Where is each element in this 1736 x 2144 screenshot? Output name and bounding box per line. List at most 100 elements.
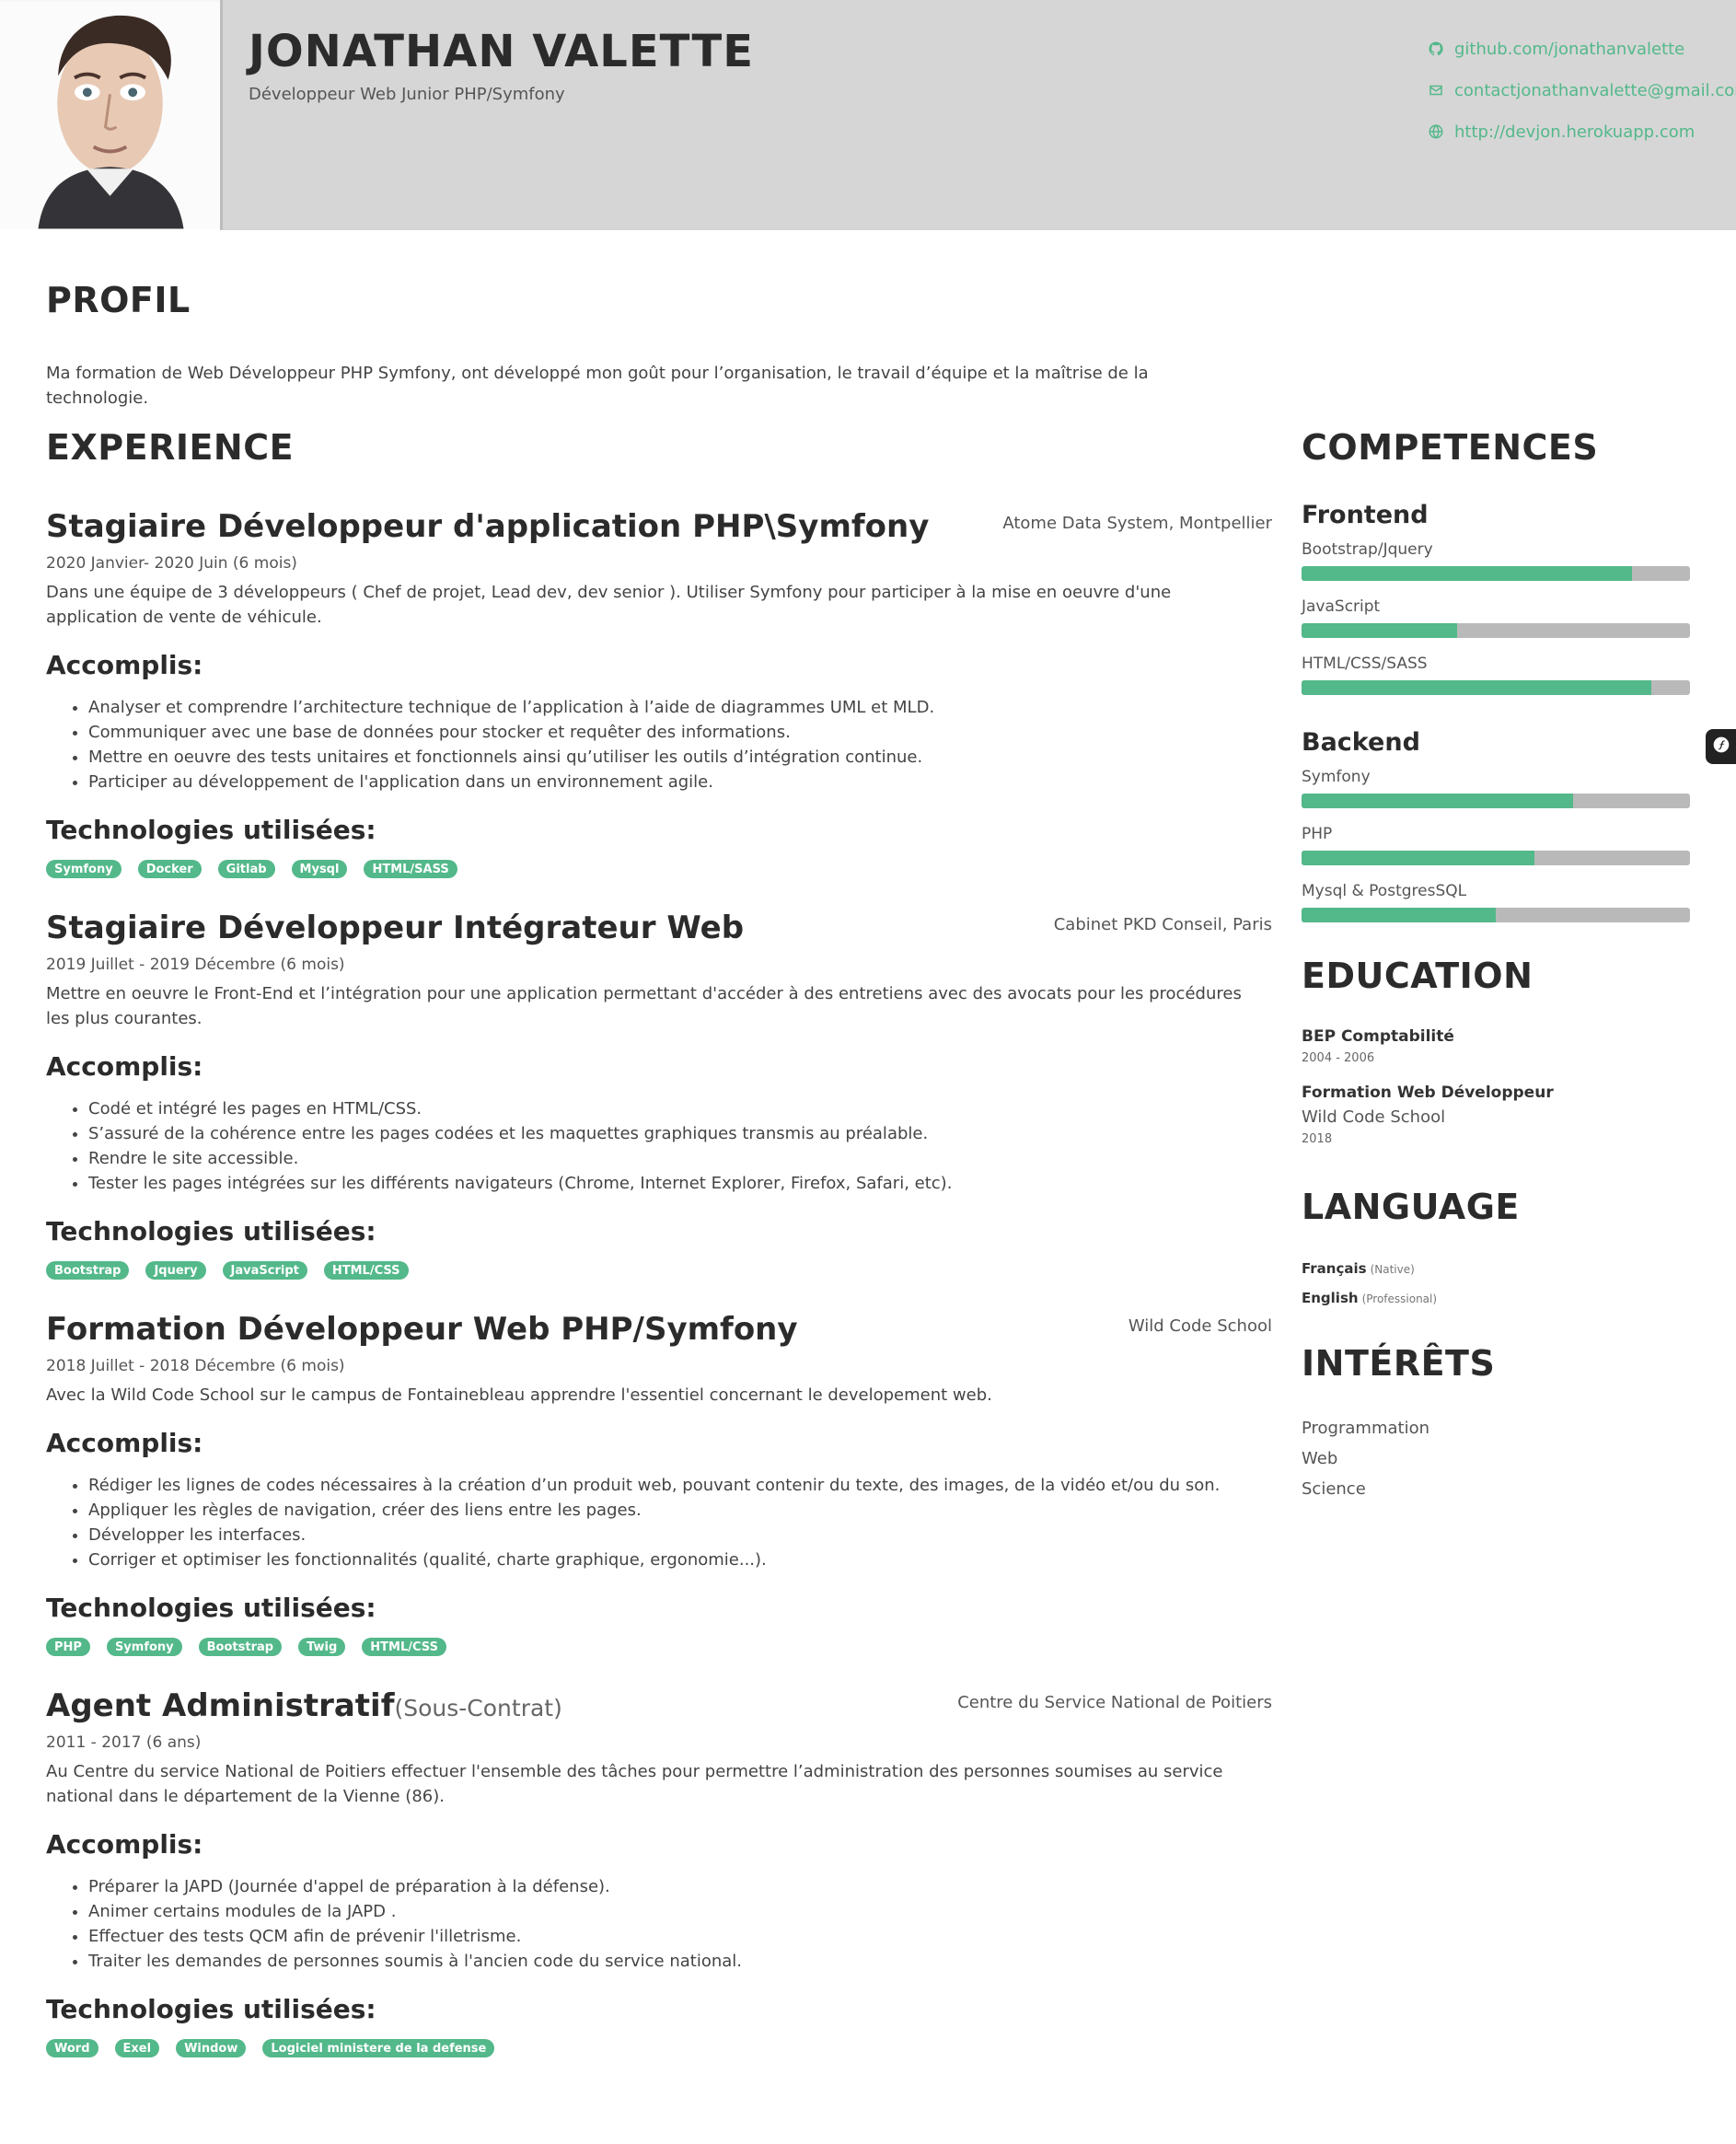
accomplishment-item: Traiter les demandes de personnes soumis… [88,1949,1272,1974]
education-section: EDUCATION BEP Comptabilité 2004 - 2006 F… [1302,956,1697,1146]
resume-page: JONATHAN VALETTE Développeur Web Junior … [0,0,1736,2144]
education-title-text: BEP Comptabilité [1302,1027,1454,1046]
accomplishment-item: Mettre en oeuvre des tests unitaires et … [88,745,1272,770]
right-column: COMPETENCES Frontend Bootstrap/Jquery Ja… [1302,427,1697,1510]
skill-bar [1302,908,1690,922]
profile-section: PROFIL Ma formation de Web Développeur P… [46,280,1215,411]
technology-tag: PHP [46,1638,90,1656]
skill-label: PHP [1302,825,1333,843]
job-dates: 2018 Juillet - 2018 Décembre (6 mois) [46,1357,345,1375]
company-name: Wild Code School [1128,1316,1272,1336]
experience-section: EXPERIENCE Stagiaire Développeur d'appli… [46,427,1272,2057]
company-name: Cabinet PKD Conseil, Paris [1053,915,1272,934]
technology-tag: Bootstrap [198,1638,283,1656]
accomplishments-title: Accomplis: [46,650,203,680]
education-title: EDUCATION [1302,956,1533,996]
job-title-text: Formation Développeur Web PHP/Symfony [46,1311,798,1348]
accomplishment-item: Codé et intégré les pages en HTML/CSS. [88,1096,1272,1121]
candidate-name: JONATHAN VALETTE [249,26,754,77]
job-dates: 2019 Juillet - 2019 Décembre (6 mois) [46,956,345,974]
accomplishment-item: Tester les pages intégrées sur les diffé… [88,1171,1272,1196]
job-description: Avec la Wild Code School sur le campus d… [46,1385,992,1405]
skill-bar [1302,623,1690,638]
skill-label: JavaScript [1302,597,1381,616]
technology-tag: JavaScript [222,1261,307,1280]
profile-photo [0,0,223,230]
skill-bar-fill [1302,623,1457,638]
accomplishments-title: Accomplis: [46,1428,203,1458]
globe-icon [1427,122,1445,141]
candidate-title: Développeur Web Junior PHP/Symfony [249,85,565,104]
github-text: github.com/jonathanvalette [1454,39,1685,59]
language-level: (Native) [1370,1263,1415,1276]
company-name: Centre du Service National de Poitiers [957,1693,1272,1712]
accomplishment-item: Développer les interfaces. [88,1523,1272,1547]
skill-label: Mysql & PostgresSQL [1302,882,1467,900]
technology-tag: HTML/SASS [364,860,457,878]
accomplishment-list: Préparer la JAPD (Journée d'appel de pré… [46,1874,1272,1974]
education-years: 2018 [1302,1132,1333,1146]
resume-header: JONATHAN VALETTE Développeur Web Junior … [0,0,1736,230]
skill-label: Bootstrap/Jquery [1302,540,1433,559]
language-level: (Professional) [1361,1292,1438,1305]
technologies-title: Technologies utilisées: [46,1994,376,2024]
education-school: Wild Code School [1302,1107,1446,1127]
skill-bar [1302,680,1690,695]
accomplishment-item: Appliquer les règles de navigation, crée… [88,1498,1272,1523]
technologies-title: Technologies utilisées: [46,1593,376,1623]
technology-tag: Mysql [291,860,348,878]
education-years: 2004 - 2006 [1302,1051,1375,1065]
education-item: Formation Web Développeur Wild Code Scho… [1302,1084,1697,1146]
website-text: http://devjon.herokuapp.com [1454,122,1695,142]
accomplishment-item: Communiquer avec une base de données pou… [88,720,1272,745]
language-name: Français [1302,1260,1367,1277]
profile-title: PROFIL [46,280,191,320]
skill-item: PHP [1302,825,1697,865]
job-title: Agent Administratif(Sous-Contrat) [46,1687,1013,1724]
skill-group-frontend: Frontend Bootstrap/Jquery JavaScript HTM… [1302,501,1697,695]
technology-tags: Symfony Docker Gitlab Mysql HTML/SASS [46,860,1272,878]
email-link[interactable]: contactjonathanvalette@gmail.com [1427,76,1736,104]
job-title: Stagiaire Développeur d'application PHP\… [46,508,1013,545]
skill-bar [1302,566,1690,581]
accomplishment-list: Analyser et comprendre l’architecture te… [46,695,1272,794]
job-dates: 2020 Janvier- 2020 Juin (6 mois) [46,554,297,573]
technology-tag: Docker [137,860,202,878]
symfony-icon [1712,736,1730,758]
education-item: BEP Comptabilité 2004 - 2006 [1302,1027,1697,1065]
job-title-suffix: (Sous-Contrat) [394,1695,562,1721]
job-description: Au Centre du service National de Poitier… [46,1762,1223,1806]
interests-section: INTÉRÊTS Programmation Web Science [1302,1343,1697,1499]
experience-title: EXPERIENCE [46,427,295,468]
accomplishments-title: Accomplis: [46,1829,203,1860]
skill-item: Bootstrap/Jquery [1302,540,1697,581]
website-link[interactable]: http://devjon.herokuapp.com [1427,118,1721,145]
interest-item: Programmation [1302,1419,1429,1438]
skill-label: HTML/CSS/SASS [1302,655,1428,673]
job-title: Formation Développeur Web PHP/Symfony [46,1311,1013,1348]
accomplishment-item: Préparer la JAPD (Journée d'appel de pré… [88,1874,1272,1899]
technology-tag: Twig [298,1638,346,1656]
job-entry: Agent Administratif(Sous-Contrat) Centre… [46,1687,1272,2057]
technology-tag: Window [176,2039,247,2057]
accomplishments-title: Accomplis: [46,1051,203,1082]
language-name: English [1302,1290,1359,1306]
profile-photo-illustration [0,1,220,229]
language-item: Français (Native) [1302,1260,1697,1277]
accomplishment-item: Participer au développement de l'applica… [88,770,1272,794]
symfony-toolbar-tab[interactable] [1706,729,1736,764]
technologies-title: Technologies utilisées: [46,1216,376,1246]
github-link[interactable]: github.com/jonathanvalette [1427,35,1721,63]
skill-label: Symfony [1302,768,1371,786]
job-title-text: Stagiaire Développeur Intégrateur Web [46,910,745,946]
profile-text: Ma formation de Web Développeur PHP Symf… [46,364,1149,408]
skill-bar-fill [1302,851,1535,865]
interest-item: Science [1302,1479,1366,1499]
skill-item: Mysql & PostgresSQL [1302,882,1697,922]
interest-item: Web [1302,1449,1338,1468]
skill-group-title: Frontend [1302,501,1429,529]
skill-bar-fill [1302,794,1574,808]
github-icon [1427,40,1445,58]
skill-bar-fill [1302,566,1632,581]
technology-tags: Bootstrap Jquery JavaScript HTML/CSS [46,1261,1272,1280]
